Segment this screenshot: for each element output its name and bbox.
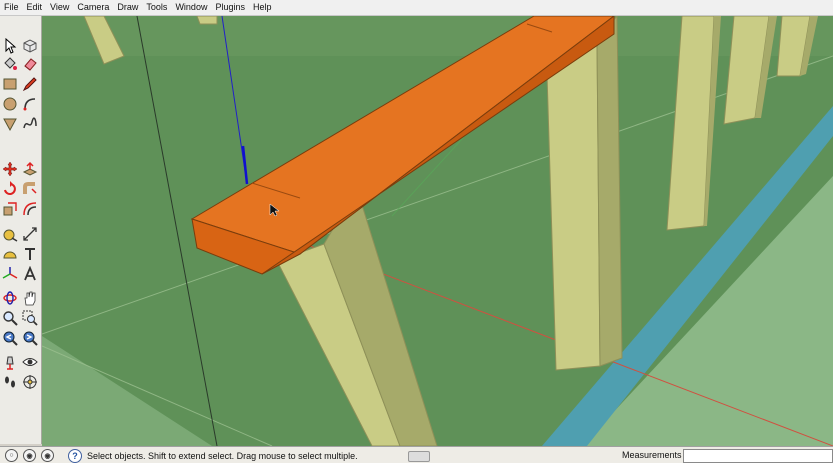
geo-location-icon[interactable]: ○ [5, 449, 18, 462]
large-tool-set-toolbar [0, 16, 42, 444]
menu-help[interactable]: Help [249, 0, 276, 15]
eye-icon [21, 357, 38, 366]
section-plane-tool-button[interactable] [20, 372, 39, 391]
previous-view-tool-button[interactable] [0, 328, 19, 347]
pushpull-icon [22, 161, 37, 176]
measurements-input[interactable] [683, 449, 833, 463]
scale-icon [3, 201, 17, 215]
move-icon [2, 161, 17, 176]
scale-tool-button[interactable] [0, 199, 19, 218]
3d-text-tool-button[interactable] [20, 264, 39, 283]
tape-icon [3, 229, 17, 242]
menu-draw[interactable]: Draw [113, 0, 142, 15]
previous-icon [3, 331, 18, 346]
user-icon[interactable]: ◉ [41, 449, 54, 462]
make-component-tool-button[interactable] [20, 36, 39, 55]
magnifier-icon [2, 310, 18, 326]
follow-me-tool-button[interactable] [20, 179, 39, 198]
rectangle-icon [3, 78, 16, 89]
orbit-icon [2, 290, 17, 305]
eraser-icon [23, 57, 37, 71]
push-pull-tool-button[interactable] [20, 159, 39, 178]
menu-view[interactable]: View [46, 0, 73, 15]
zoomwindow-icon [22, 310, 38, 326]
menu-window[interactable]: Window [171, 0, 211, 15]
post-back-center [196, 16, 218, 25]
text-icon [24, 247, 35, 260]
arc-icon [23, 97, 35, 110]
arrow-icon [5, 37, 16, 54]
next-view-tool-button[interactable] [20, 328, 39, 347]
3dtext-icon [23, 265, 36, 280]
menu-tools[interactable]: Tools [142, 0, 171, 15]
bucket-icon [3, 56, 17, 70]
menu-bar: File Edit View Camera Draw Tools Window … [0, 0, 833, 16]
menu-edit[interactable]: Edit [23, 0, 47, 15]
pencil-icon [22, 76, 37, 91]
dimension-tool-button[interactable] [20, 224, 39, 243]
rotate-tool-button[interactable] [0, 179, 19, 198]
arc-tool-button[interactable] [20, 94, 39, 113]
cube-icon [23, 38, 36, 53]
orbit-tool-button[interactable] [0, 288, 19, 307]
followme-icon [22, 181, 37, 194]
hand-icon [24, 291, 35, 305]
zoom-tool-button[interactable] [0, 308, 19, 327]
help-icon[interactable]: ? [68, 448, 82, 463]
menu-camera[interactable]: Camera [73, 0, 113, 15]
move-tool-button[interactable] [0, 159, 19, 178]
footprints-icon [4, 376, 15, 387]
select-tool-button[interactable] [0, 36, 19, 55]
axes-icon [2, 266, 17, 279]
menu-plugins[interactable]: Plugins [211, 0, 249, 15]
protractor-tool-button[interactable] [0, 244, 19, 263]
eraser-tool-button[interactable] [20, 54, 39, 73]
triangle-icon [2, 118, 17, 131]
zoom-window-tool-button[interactable] [20, 308, 39, 327]
camera-icon [5, 356, 14, 370]
freehand-tool-button[interactable] [20, 114, 39, 133]
polygon-tool-button[interactable] [0, 114, 19, 133]
section-icon [22, 374, 37, 389]
offset-icon [22, 201, 36, 215]
menu-file[interactable]: File [0, 0, 23, 15]
status-resize-grip[interactable] [408, 451, 430, 462]
rectangle-tool-button[interactable] [0, 74, 19, 93]
rotate-icon [3, 180, 16, 195]
model-scene [42, 16, 833, 446]
look-around-tool-button[interactable] [20, 352, 39, 371]
dimension-icon [22, 226, 37, 241]
measurements-label: Measurements [622, 450, 682, 460]
tape-measure-tool-button[interactable] [0, 224, 19, 243]
post-center-side [596, 16, 623, 367]
text-tool-button[interactable] [20, 244, 39, 263]
model-viewport[interactable] [42, 16, 833, 446]
offset-tool-button[interactable] [20, 199, 39, 218]
circle-icon [3, 97, 16, 110]
position-camera-tool-button[interactable] [0, 352, 19, 371]
walk-tool-button[interactable] [0, 372, 19, 391]
status-hint-text: Select objects. Shift to extend select. … [87, 450, 358, 461]
status-bar: ○ ◉ ◉ ? Select objects. Shift to extend … [0, 446, 833, 463]
axes-tool-button[interactable] [0, 264, 19, 283]
pan-tool-button[interactable] [20, 288, 39, 307]
paint-bucket-tool-button[interactable] [0, 54, 19, 73]
line-tool-button[interactable] [20, 74, 39, 93]
post-center [545, 40, 601, 371]
protractor-icon [2, 251, 17, 258]
credits-icon[interactable]: ◉ [23, 449, 36, 462]
sketchup-window: File Edit View Camera Draw Tools Window … [0, 0, 833, 463]
next-icon [23, 331, 38, 346]
circle-tool-button[interactable] [0, 94, 19, 113]
freehand-icon [22, 116, 37, 128]
